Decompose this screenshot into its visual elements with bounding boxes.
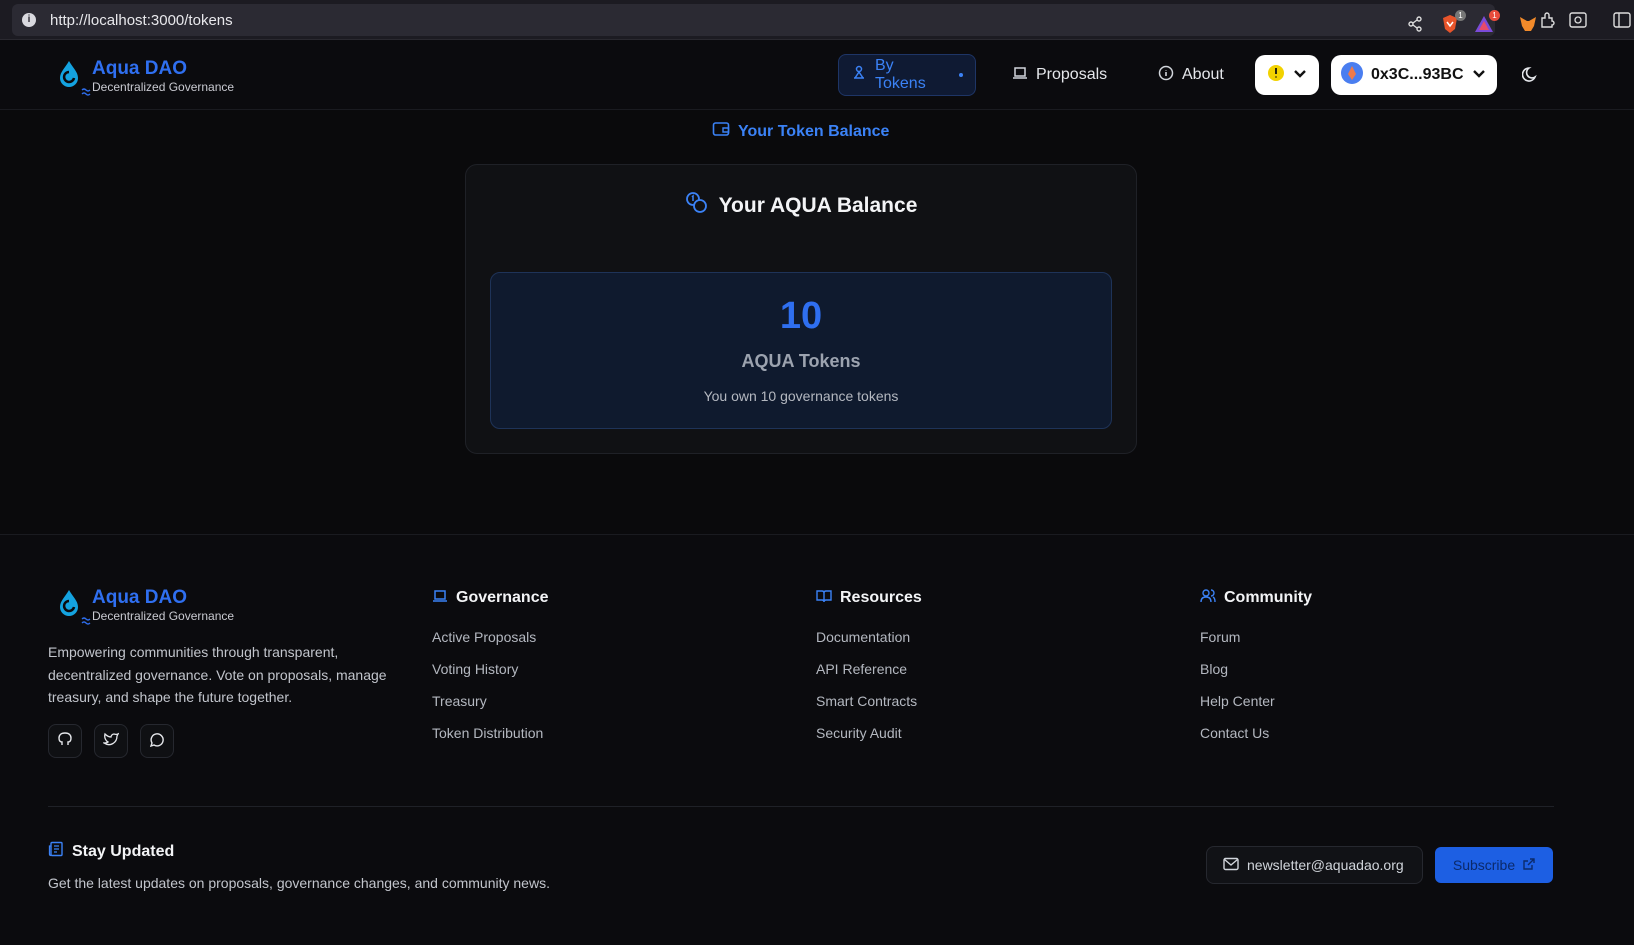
balance-note: You own 10 governance tokens	[703, 388, 899, 404]
balance-value: 10	[779, 295, 823, 337]
nav-by-tokens[interactable]: By Tokens	[838, 54, 976, 96]
stay-updated-label: Stay Updated	[72, 842, 175, 860]
footer-logo-subtitle: Decentralized Governance	[92, 609, 235, 623]
metamask-icon[interactable]	[1518, 14, 1538, 34]
balance-display: 10 AQUA Tokens You own 10 governance tok…	[490, 272, 1112, 429]
footer-link[interactable]: Voting History	[432, 661, 548, 678]
footer-link[interactable]: Smart Contracts	[816, 693, 922, 710]
nav-proposals-label: Proposals	[1036, 66, 1108, 83]
twitter-icon	[101, 731, 120, 752]
balance-card: Your AQUA Balance 10 AQUA Tokens You own…	[465, 164, 1137, 454]
nav-by-tokens-label: By Tokens	[875, 57, 926, 92]
water-drop-icon	[56, 587, 92, 627]
footer-link[interactable]: Active Proposals	[432, 629, 548, 646]
coins-icon	[685, 191, 709, 221]
logo-subtitle: Decentralized Governance	[92, 80, 235, 94]
newsletter-email[interactable]: newsletter@aquadao.org	[1206, 846, 1423, 884]
logo-title: Aqua DAO	[92, 58, 187, 79]
balance-card-title: Your AQUA Balance	[466, 191, 1136, 221]
users-icon	[1200, 588, 1216, 609]
footer-link[interactable]: Token Distribution	[432, 725, 548, 742]
stay-updated-heading: Stay Updated	[48, 841, 174, 862]
footer-link[interactable]: Documentation	[816, 629, 922, 646]
url-text[interactable]: http://localhost:3000/tokens	[50, 12, 233, 29]
balance-card-title-text: Your AQUA Balance	[718, 194, 918, 217]
footer-column-heading: Resources	[816, 587, 922, 609]
mail-icon	[1223, 857, 1239, 874]
water-drop-icon	[56, 58, 92, 98]
footer-column-resources: Resources Documentation API Reference Sm…	[816, 587, 922, 742]
token-icon	[851, 65, 867, 86]
wallet-avatar	[1341, 61, 1363, 89]
footer-link[interactable]: Forum	[1200, 629, 1312, 646]
footer-link[interactable]: Help Center	[1200, 693, 1312, 710]
ballot-icon	[432, 588, 448, 609]
community-heading: Community	[1224, 589, 1312, 606]
footer-link[interactable]: Treasury	[432, 693, 548, 710]
nav-about-label: About	[1182, 66, 1224, 83]
newspaper-icon	[48, 841, 64, 862]
balance-unit: AQUA Tokens	[741, 351, 861, 371]
section-link-label: Your Token Balance	[738, 122, 890, 140]
site-info-icon[interactable]: i	[22, 13, 36, 27]
newsletter-email-text: newsletter@aquadao.org	[1247, 857, 1404, 873]
share-icon[interactable]	[1405, 14, 1425, 34]
brave-badge: 1	[1455, 10, 1466, 21]
brave-rewards-icon[interactable]: 1	[1474, 10, 1500, 34]
chat-button[interactable]	[140, 724, 174, 758]
footer-link[interactable]: API Reference	[816, 661, 922, 678]
brave-shield-icon[interactable]: 1	[1440, 10, 1466, 34]
book-icon	[816, 588, 832, 609]
footer-divider	[48, 806, 1554, 807]
ballot-icon	[1012, 65, 1028, 86]
active-indicator	[959, 73, 963, 77]
extensions-icon[interactable]	[1538, 10, 1558, 30]
governance-heading: Governance	[456, 589, 549, 606]
twitter-button[interactable]	[94, 724, 128, 758]
nav-proposals[interactable]: Proposals	[1000, 54, 1119, 96]
header-logo[interactable]: Aqua DAO Decentralized Governance	[56, 58, 234, 98]
info-icon	[1158, 65, 1174, 86]
browser-toolbar: i http://localhost:3000/tokens 1 1	[0, 0, 1634, 40]
footer-link[interactable]: Blog	[1200, 661, 1312, 678]
your-token-balance-link[interactable]: Your Token Balance	[712, 120, 889, 143]
moon-icon[interactable]	[1521, 65, 1542, 85]
footer: Aqua DAO Decentralized Governance Empowe…	[0, 534, 1634, 945]
wallet-icon	[712, 120, 730, 143]
chevron-down-icon	[1472, 66, 1486, 84]
network-warning-icon	[1267, 64, 1285, 87]
footer-about-text: Empowering communities through transpare…	[48, 644, 387, 705]
chat-bubble-icon	[149, 731, 165, 752]
footer-link[interactable]: Contact Us	[1200, 725, 1312, 742]
stay-updated-text: Get the latest updates on proposals, gov…	[48, 875, 550, 891]
footer-logo[interactable]: Aqua DAO Decentralized Governance	[56, 587, 234, 627]
chevron-down-icon	[1293, 66, 1307, 84]
network-selector[interactable]	[1255, 55, 1319, 95]
subscribe-label: Subscribe	[1452, 857, 1516, 873]
footer-column-heading: Community	[1200, 587, 1312, 609]
footer-column-heading: Governance	[432, 587, 548, 609]
wallet-address: 0x3C...93BC	[1371, 66, 1464, 83]
rewards-badge: 1	[1489, 10, 1500, 21]
github-icon	[57, 731, 73, 752]
resources-heading: Resources	[840, 589, 922, 606]
subscribe-button[interactable]: Subscribe	[1435, 847, 1553, 883]
footer-column-governance: Governance Active Proposals Voting Histo…	[432, 587, 548, 742]
external-link-icon	[1523, 857, 1535, 873]
footer-column-community: Community Forum Blog Help Center Contact…	[1200, 587, 1312, 742]
footer-link[interactable]: Security Audit	[816, 725, 922, 742]
github-button[interactable]	[48, 724, 82, 758]
nav-about[interactable]: About	[1146, 54, 1236, 96]
reader-icon[interactable]	[1568, 10, 1588, 30]
sidebar-toggle-icon[interactable]	[1612, 10, 1632, 30]
footer-logo-title: Aqua DAO	[92, 587, 187, 608]
wallet-button[interactable]: 0x3C...93BC	[1331, 55, 1497, 95]
address-bar[interactable]: i http://localhost:3000/tokens 1 1	[12, 4, 1536, 36]
